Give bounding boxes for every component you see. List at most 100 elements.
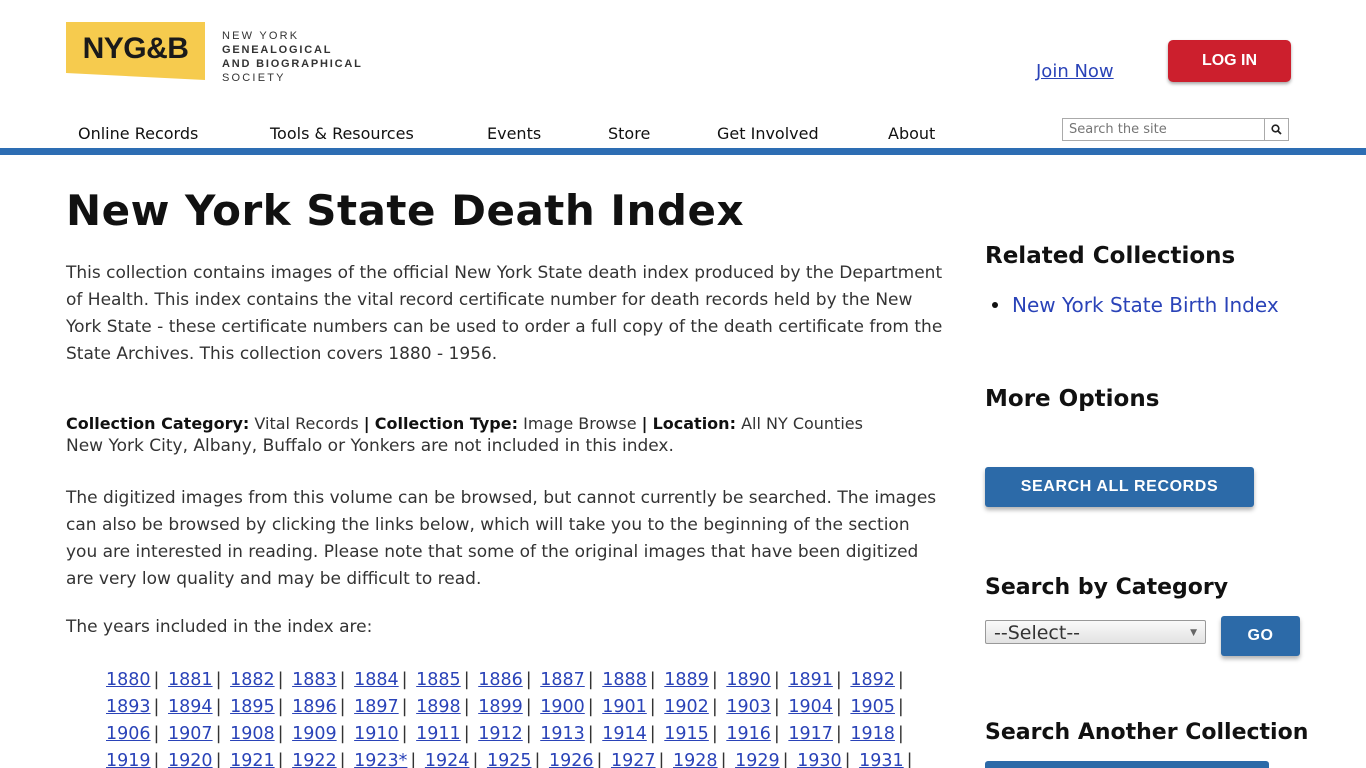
year-link[interactable]: 1908 (230, 724, 275, 744)
year-link[interactable]: 1925 (487, 751, 532, 768)
year-link[interactable]: 1903 (726, 697, 771, 717)
nav-item-about[interactable]: About (888, 124, 935, 143)
year-link[interactable]: 1895 (230, 697, 275, 717)
category-select[interactable]: --Select-- ▼ (985, 620, 1206, 644)
year-link[interactable]: 1931 (859, 751, 904, 768)
year-link[interactable]: 1928 (673, 751, 718, 768)
category-label: Collection Category: (66, 414, 250, 433)
year-link[interactable]: 1907 (168, 724, 213, 744)
year-link[interactable]: 1922 (292, 751, 337, 768)
year-link[interactable]: 1916 (726, 724, 771, 744)
year-link[interactable]: 1910 (354, 724, 399, 744)
year-link[interactable]: 1929 (735, 751, 780, 768)
year-link[interactable]: 1896 (292, 697, 337, 717)
year-link[interactable]: 1930 (797, 751, 842, 768)
year-link[interactable]: 1917 (788, 724, 833, 744)
logo-line: SOCIETY (222, 72, 286, 84)
year-link[interactable]: 1887 (540, 670, 585, 690)
separator: | (773, 724, 780, 744)
site-logo[interactable]: NYG&B NEW YORK GENEALOGICAL AND BIOGRAPH… (66, 22, 363, 84)
separator: | (897, 724, 904, 744)
separator: | (906, 751, 913, 768)
year-link[interactable]: 1892 (850, 670, 895, 690)
nav-item-store[interactable]: Store (608, 124, 650, 143)
year-link[interactable]: 1901 (602, 697, 647, 717)
year-link[interactable]: 1884 (354, 670, 399, 690)
year-link[interactable]: 1914 (602, 724, 647, 744)
year-link[interactable]: 1893 (106, 697, 151, 717)
search-all-records-button[interactable]: SEARCH ALL RECORDS (985, 467, 1254, 507)
join-now-link[interactable]: Join Now (1036, 61, 1114, 82)
separator: | (215, 670, 222, 690)
separator: | (215, 724, 222, 744)
year-link[interactable]: 1921 (230, 751, 275, 768)
more-options-heading: More Options (985, 386, 1160, 412)
year-link[interactable]: 1913 (540, 724, 585, 744)
logo-line: GENEALOGICAL (222, 44, 333, 56)
year-link[interactable]: 1888 (602, 670, 647, 690)
year-link[interactable]: 1909 (292, 724, 337, 744)
list-item: New York State Birth Index (992, 293, 1279, 317)
separator: | (596, 751, 603, 768)
search-button[interactable] (1264, 119, 1288, 140)
year-link[interactable]: 1899 (478, 697, 523, 717)
logo-line: NEW YORK (222, 30, 300, 42)
separator: | (649, 697, 656, 717)
separator: | (897, 697, 904, 717)
year-link[interactable]: 1918 (850, 724, 895, 744)
year-link[interactable]: 1891 (788, 670, 833, 690)
year-link[interactable]: 1890 (726, 670, 771, 690)
year-link[interactable]: 1902 (664, 697, 709, 717)
separator: | (711, 697, 718, 717)
year-link[interactable]: 1919 (106, 751, 151, 768)
separator: | (401, 697, 408, 717)
nav-item-get-involved[interactable]: Get Involved (717, 124, 819, 143)
separator: | (587, 724, 594, 744)
search-input[interactable] (1063, 119, 1264, 140)
year-link[interactable]: 1885 (416, 670, 461, 690)
separator: | (649, 670, 656, 690)
year-link[interactable]: 1900 (540, 697, 585, 717)
location-label: Location: (652, 414, 736, 433)
year-link[interactable]: 1912 (478, 724, 523, 744)
year-link[interactable]: 1894 (168, 697, 213, 717)
year-link[interactable]: 1883 (292, 670, 337, 690)
year-link[interactable]: 1906 (106, 724, 151, 744)
year-link[interactable]: 1905 (850, 697, 895, 717)
separator: | (711, 724, 718, 744)
nav-item-tools-resources[interactable]: Tools & Resources (270, 124, 414, 143)
category-select-value: --Select-- (994, 622, 1081, 644)
separator: | (525, 724, 532, 744)
nav-item-online-records[interactable]: Online Records (78, 124, 198, 143)
separator: | (782, 751, 789, 768)
year-link[interactable]: 1904 (788, 697, 833, 717)
year-link[interactable]: 1927 (611, 751, 656, 768)
year-link[interactable]: 1911 (416, 724, 461, 744)
related-collections-heading: Related Collections (985, 243, 1236, 269)
login-button[interactable]: LOG IN (1168, 40, 1291, 82)
year-link[interactable]: 1881 (168, 670, 213, 690)
year-link[interactable]: 1920 (168, 751, 213, 768)
year-link[interactable]: 1889 (664, 670, 709, 690)
year-link[interactable]: 1926 (549, 751, 594, 768)
collection-search-button[interactable] (985, 761, 1269, 768)
year-link[interactable]: 1897 (354, 697, 399, 717)
nav-item-events[interactable]: Events (487, 124, 541, 143)
separator: | (525, 670, 532, 690)
separator: | (773, 697, 780, 717)
separator: | (401, 670, 408, 690)
year-link[interactable]: 1886 (478, 670, 523, 690)
logo-line: AND BIOGRAPHICAL (222, 58, 363, 70)
logo-mark-text: NYG&B (82, 32, 189, 65)
separator: | (410, 751, 417, 768)
year-link[interactable]: 1924 (425, 751, 470, 768)
exclusion-note: New York City, Albany, Buffalo or Yonker… (66, 436, 674, 456)
year-link[interactable]: 1898 (416, 697, 461, 717)
year-link[interactable]: 1880 (106, 670, 151, 690)
year-link[interactable]: 1882 (230, 670, 275, 690)
go-button[interactable]: GO (1221, 616, 1300, 656)
related-link-birth-index[interactable]: New York State Birth Index (1012, 293, 1279, 317)
year-link[interactable]: 1915 (664, 724, 709, 744)
year-link[interactable]: 1923* (354, 751, 407, 768)
separator: | (215, 751, 222, 768)
